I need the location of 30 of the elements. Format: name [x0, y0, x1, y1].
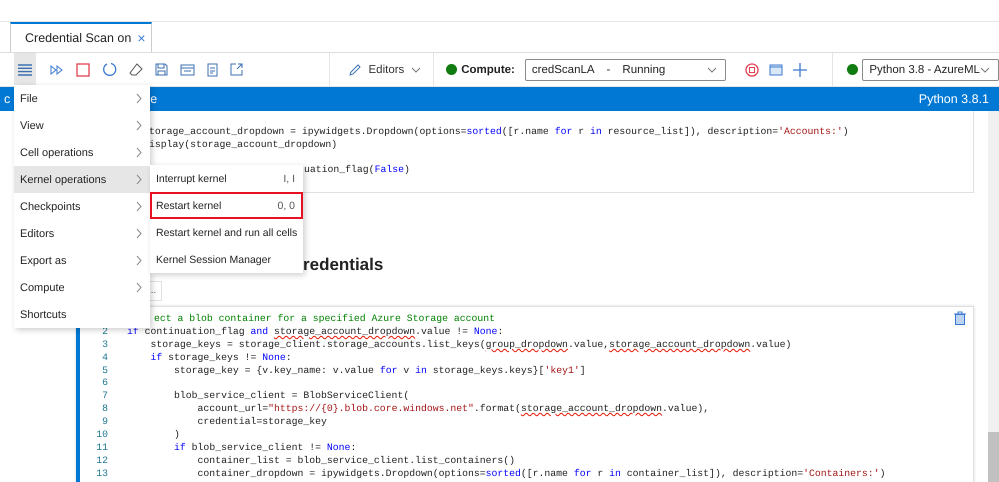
line-number: 10: [96, 429, 108, 440]
code-line: blob_service_client = BlobServiceClient(: [173, 390, 410, 404]
code-line: account_url="https://{0}.blob.core.windows.net".format(storage_account_dropdown.value),: [196, 403, 710, 416]
code-line: isplay(storage_account_dropdown): [149, 138, 338, 151]
compute-label: Compute:: [461, 64, 515, 76]
code-line: ): [173, 429, 180, 442]
section-heading: redentials: [303, 255, 384, 275]
code-line: torage_account_dropdown = ipywidgets.Dropdown(options=sorted([r.name for r in resource_list]), description='Accounts:'): [149, 125, 850, 138]
line-number: 9: [102, 416, 108, 428]
code-line: if storage_keys != None:: [150, 352, 292, 365]
code-line: credential=storage_key: [196, 416, 327, 430]
line-number: 13: [96, 468, 108, 479]
line-number: 4: [102, 352, 108, 363]
line-number: 5: [102, 364, 108, 376]
notebook-title: e: [150, 92, 158, 106]
code-line: ect a blob container for a specified Azure Storage account: [154, 313, 495, 326]
code-line: container_list = blob_service_client.list_containers(): [196, 454, 516, 468]
code-line: container_dropdown = ipywidgets.Dropdown(options=sorted([r.name for r in container_list]), description='Containers:'): [196, 468, 886, 481]
line-number: 7: [102, 390, 108, 402]
line-number: 11: [96, 442, 108, 453]
code-line: if blob_service_client != None:: [173, 442, 356, 455]
line-number: 8: [102, 403, 108, 414]
kernel-version: Python 3.8.1: [918, 92, 989, 106]
notebook-title: c: [4, 92, 10, 106]
code-line: storage_key = {v.key_name: v.value for v in storage_keys.keys}['key1']: [173, 364, 586, 378]
line-number: 3: [102, 338, 108, 350]
line-number: 6: [102, 377, 108, 388]
line-number: 12: [96, 454, 108, 466]
code-line: uation_flag(False): [303, 163, 411, 176]
code-line: storage_keys = storage_client.storage_accounts.list_keys(group_dropdown.value,storage_account_dropdown.value): [150, 338, 792, 352]
